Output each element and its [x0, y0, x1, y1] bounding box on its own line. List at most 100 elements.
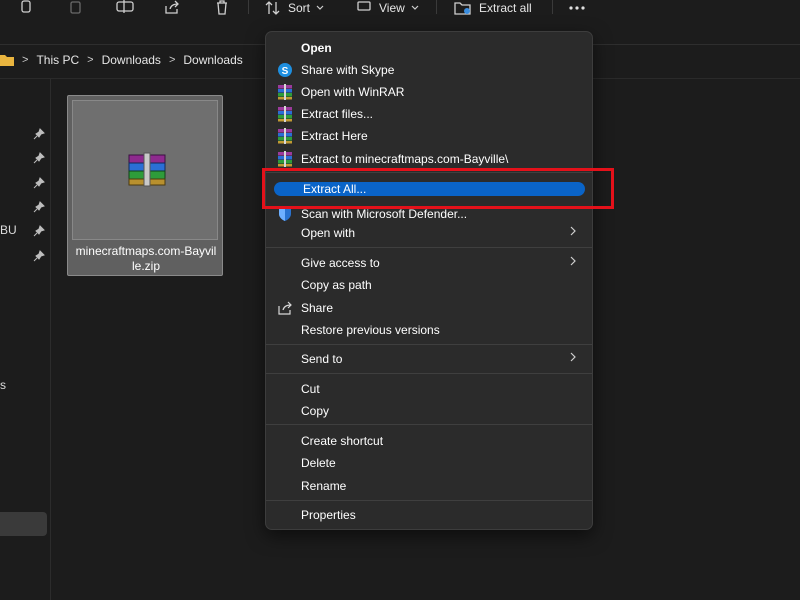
menu-item-label: Send to	[301, 352, 343, 366]
menu-item-rename[interactable]: Rename	[272, 475, 586, 497]
copy-button[interactable]	[18, 0, 34, 16]
file-thumbnail	[72, 100, 218, 240]
menu-item-delete[interactable]: Delete	[272, 452, 586, 474]
pin-icon	[33, 250, 45, 262]
menu-item-label: Properties	[301, 508, 356, 522]
more-options-button[interactable]	[568, 0, 586, 16]
menu-item-copy-as-path[interactable]: Copy as path	[272, 274, 586, 296]
nav-item-label-fragment[interactable]: BU	[0, 223, 17, 237]
menu-item-restore-previous-versions[interactable]: Restore previous versions	[272, 319, 586, 341]
menu-separator	[266, 373, 592, 374]
menu-item-label: Open	[301, 41, 332, 55]
breadcrumb-separator: >	[22, 54, 29, 66]
breadcrumb-item-downloads-current[interactable]: Downloads	[183, 53, 242, 67]
menu-item-label: Copy	[301, 404, 330, 418]
rename-icon	[116, 0, 134, 16]
menu-item-copy[interactable]: Copy	[272, 400, 586, 422]
pin-icon	[33, 201, 45, 213]
context-menu: Open S Share with Skype Open with WinRAR…	[265, 31, 593, 530]
menu-item-extract-files[interactable]: Extract files...	[272, 103, 586, 125]
menu-separator	[266, 424, 592, 425]
more-icon	[568, 5, 586, 11]
menu-item-open[interactable]: Open	[272, 37, 586, 59]
menu-item-send-to[interactable]: Send to	[272, 348, 586, 370]
file-item-zip[interactable]: minecraftmaps.com-Bayvil le.zip	[67, 95, 223, 276]
menu-item-label: Scan with Microsoft Defender...	[301, 207, 468, 221]
extract-all-label: Extract all	[479, 1, 532, 15]
menu-item-label: Rename	[301, 479, 347, 493]
winrar-icon	[277, 84, 293, 100]
menu-item-label: Give access to	[301, 256, 380, 270]
menu-item-label: Extract Here	[301, 129, 368, 143]
menu-item-properties[interactable]: Properties	[272, 504, 586, 526]
menu-item-label: Open with WinRAR	[301, 85, 405, 99]
chevron-down-icon	[411, 5, 419, 11]
menu-item-label: Copy as path	[301, 278, 372, 292]
sort-label: Sort	[288, 1, 311, 15]
menu-item-extract-here[interactable]: Extract Here	[272, 125, 586, 147]
share-icon	[277, 300, 293, 316]
menu-item-share[interactable]: Share	[272, 297, 586, 319]
menu-item-give-access-to[interactable]: Give access to	[272, 252, 586, 274]
copy-icon	[18, 0, 34, 16]
winrar-icon	[277, 106, 293, 122]
menu-item-label: Delete	[301, 456, 336, 470]
menu-item-label: Open with	[301, 226, 356, 240]
menu-separator	[266, 247, 592, 248]
menu-item-label: Extract files...	[301, 107, 374, 121]
view-button[interactable]: View	[356, 0, 419, 16]
menu-item-share-with-skype[interactable]: S Share with Skype	[272, 59, 586, 81]
menu-item-label: Extract to minecraftmaps.com-Bayville\	[301, 152, 509, 166]
view-label: View	[379, 1, 405, 15]
toolbar-divider	[552, 0, 553, 14]
share-button[interactable]	[164, 0, 180, 16]
toolbar-divider	[248, 0, 249, 14]
folder-icon	[0, 54, 14, 66]
nav-item-label-fragment[interactable]: s	[0, 378, 6, 392]
svg-text:S: S	[282, 66, 289, 77]
breadcrumb-item-downloads[interactable]: Downloads	[102, 53, 161, 67]
file-name-line-2: le.zip	[131, 259, 160, 273]
annotation-highlight-box	[262, 168, 614, 209]
delete-button[interactable]	[214, 0, 230, 16]
menu-item-label: Create shortcut	[301, 434, 384, 448]
skype-icon: S	[277, 62, 293, 78]
extract-all-icon	[454, 0, 472, 16]
menu-item-label: Restore previous versions	[301, 323, 440, 337]
sort-icon	[265, 1, 281, 15]
chevron-right-icon	[570, 352, 576, 362]
rename-button[interactable]	[116, 0, 134, 16]
menu-item-label: Share with Skype	[301, 63, 395, 77]
menu-separator	[266, 344, 592, 345]
breadcrumb-separator: >	[87, 54, 94, 66]
winrar-icon	[277, 151, 293, 167]
menu-item-cut[interactable]: Cut	[272, 378, 586, 400]
menu-item-open-with[interactable]: Open with	[272, 222, 586, 244]
chevron-down-icon	[316, 5, 324, 11]
pin-icon	[33, 152, 45, 164]
toolbar-divider	[436, 0, 437, 14]
pin-icon	[33, 225, 45, 237]
file-name-line-1: minecraftmaps.com-Bayvil	[75, 244, 217, 258]
extract-all-button[interactable]: Extract all	[454, 0, 532, 16]
paste-button[interactable]	[68, 0, 84, 16]
sort-button[interactable]: Sort	[265, 0, 324, 16]
pin-icon	[33, 128, 45, 140]
chevron-right-icon	[570, 256, 576, 266]
breadcrumb: > This PC > Downloads > Downloads	[0, 51, 243, 69]
paste-icon	[68, 0, 84, 16]
view-icon	[356, 1, 372, 15]
winrar-archive-icon	[127, 151, 167, 187]
delete-icon	[214, 0, 230, 16]
file-name: minecraftmaps.com-Bayvil le.zip	[71, 244, 221, 274]
breadcrumb-item-this-pc[interactable]: This PC	[36, 53, 79, 67]
menu-item-extract-to-folder[interactable]: Extract to minecraftmaps.com-Bayville\	[272, 148, 586, 170]
nav-item-selected[interactable]	[0, 512, 47, 536]
chevron-right-icon	[570, 226, 576, 236]
pin-icon	[33, 177, 45, 189]
menu-item-label: Share	[301, 301, 334, 315]
menu-separator	[266, 500, 592, 501]
navigation-pane-divider[interactable]	[50, 79, 51, 600]
menu-item-create-shortcut[interactable]: Create shortcut	[272, 430, 586, 452]
menu-item-open-with-winrar[interactable]: Open with WinRAR	[272, 81, 586, 103]
